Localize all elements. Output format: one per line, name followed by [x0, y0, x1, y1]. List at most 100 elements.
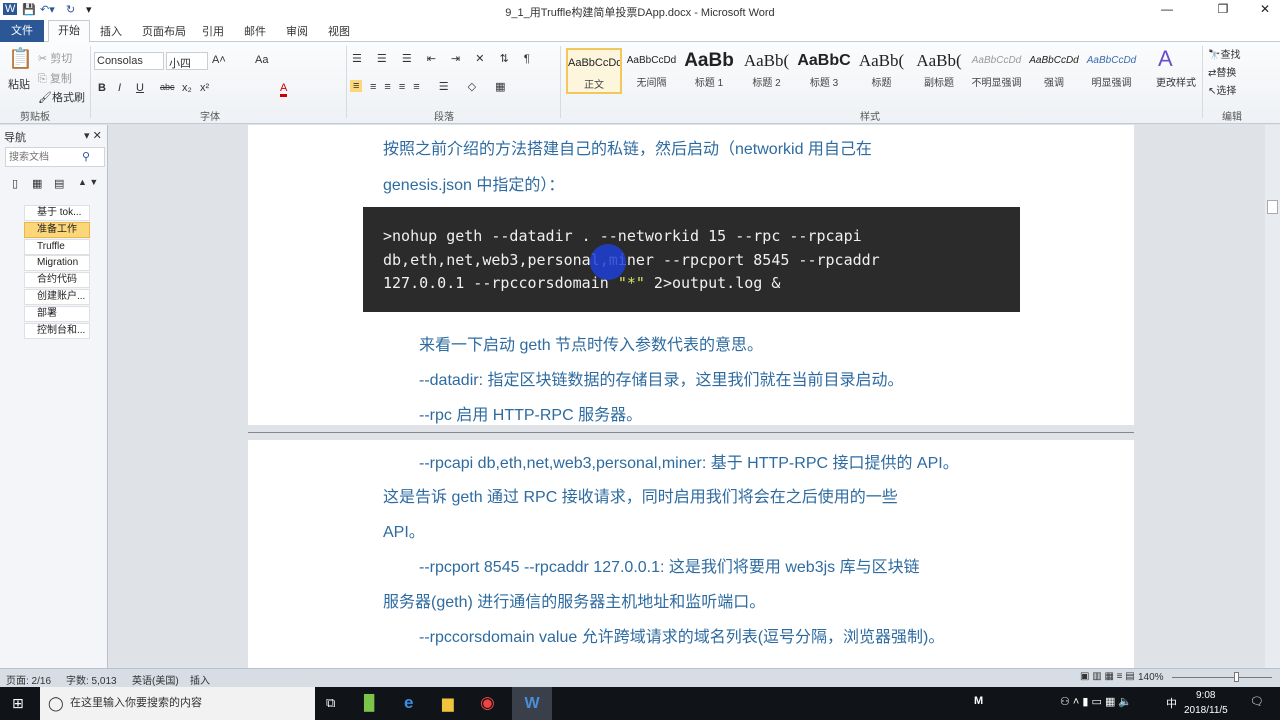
style-9[interactable]: AaBbCcDd 明显强调 [1084, 48, 1140, 94]
alignment-buttons[interactable]: ≡≡≡≡ ☰ ◇ ▦ [370, 80, 514, 93]
change-styles-button[interactable]: 更改样式 [1156, 74, 1196, 89]
word-count[interactable]: 字数: 5,013 [66, 672, 117, 687]
nav-heading-item[interactable]: Migration [24, 255, 90, 272]
align-left-button[interactable]: ≡ [350, 80, 363, 92]
style-5[interactable]: AaBb(标题 [854, 48, 910, 94]
change-styles-icon[interactable]: A [1158, 46, 1173, 72]
code-text: 2>output.log & [644, 274, 781, 292]
select-button[interactable]: ↖选择 [1208, 82, 1236, 97]
style-8[interactable]: AaBbCcDd 强调 [1026, 48, 1082, 94]
navigation-pane: 导航 ▾ ✕ ⚲ ▯ ▦ ▤ ▲ ▼ 基于 tok...准备工作TruffleM… [0, 125, 108, 668]
page-count[interactable]: 页面: 2/16 [6, 672, 51, 687]
style-name: 标题 3 [809, 78, 839, 89]
language[interactable]: 英语(美国) [132, 672, 179, 687]
zoom-level[interactable]: 140% [1138, 672, 1164, 683]
nav-heading-item[interactable]: 合约代码 [24, 272, 90, 289]
paste-button[interactable]: 粘贴 [8, 76, 30, 92]
font-name-select[interactable]: Consolas [94, 52, 164, 70]
style-name: 明显强调 [1091, 78, 1132, 89]
zoom-thumb[interactable] [1234, 672, 1239, 682]
nav-heading-item[interactable]: 创建账户... [24, 289, 90, 305]
style-0[interactable]: AaBbCcDd 正文 [566, 48, 622, 94]
style-2[interactable]: AaBb 标题 1 [681, 48, 737, 94]
tab-insert[interactable]: 插入 [100, 23, 122, 39]
style-name: 标题 2 [752, 78, 781, 89]
edge-icon[interactable]: e [404, 693, 413, 713]
taskbar-search[interactable]: 在这里输入你要搜索的内容 [40, 687, 315, 720]
prev-next-buttons[interactable]: ▲ ▼ [78, 177, 98, 187]
nav-heading-item[interactable]: 部署 [24, 305, 90, 322]
cortana-icon[interactable]: ◯ [48, 695, 64, 712]
style-sample: AaBb [684, 50, 734, 71]
change-case-button[interactable]: Aa [255, 54, 268, 66]
style-name: 副标题 [924, 78, 954, 89]
close-button[interactable]: ✕ [1250, 2, 1280, 16]
scroll-thumb[interactable] [1267, 200, 1278, 214]
search-icon[interactable]: ⚲ [82, 150, 90, 163]
zoom-slider[interactable] [1172, 672, 1272, 682]
ribbon-tabs: 文件 开始 插入 页面布局 引用 邮件 审阅 视图 [0, 20, 1280, 43]
tab-view[interactable]: 视图 [328, 23, 350, 39]
underline-button[interactable]: U [136, 82, 144, 94]
list-buttons[interactable]: ☰ ☰ ☰ ⇤ ⇥ ✕ ⇅ ¶ [352, 52, 536, 65]
tab-file[interactable]: 文件 [0, 20, 44, 42]
find-label: 查找 [1220, 50, 1241, 61]
insert-mode[interactable]: 插入 [190, 672, 210, 687]
paste-icon[interactable]: 📋 [8, 46, 33, 71]
select-label: 选择 [1216, 86, 1237, 97]
nav-heading-item[interactable]: 准备工作 [24, 221, 90, 238]
vertical-scrollbar[interactable] [1265, 125, 1280, 668]
tab-review[interactable]: 审阅 [286, 23, 308, 39]
style-3[interactable]: AaBb(标题 2 [739, 48, 795, 94]
superscript-button[interactable]: x² [200, 82, 209, 94]
windows-start-icon[interactable]: ⊞ [12, 695, 24, 712]
nav-heading-item[interactable]: 基于 tok... [24, 205, 90, 221]
cut-button[interactable]: ✂ 剪切 [38, 50, 72, 66]
style-name: 标题 1 [694, 78, 724, 89]
code-string: "*" [617, 274, 645, 292]
results-view-tab[interactable]: ▤ [54, 177, 64, 190]
nav-heading-item[interactable]: Truffle [24, 238, 90, 255]
app-icon[interactable]: ▉ [364, 694, 376, 712]
ime-indicator[interactable]: 中 [1166, 695, 1177, 711]
format-painter-button[interactable]: 🖌格式刷 [38, 89, 85, 105]
clock-date[interactable]: 2018/11/5 [1184, 705, 1228, 716]
bold-button[interactable]: B [98, 82, 106, 94]
word-taskbar-icon[interactable]: W [512, 687, 552, 720]
view-buttons[interactable]: ▣ ▥ ▦ ≡ ▤ [1080, 671, 1135, 682]
window-title: 9_1_用Truffle构建简单投票DApp.docx - Microsoft … [505, 7, 775, 19]
file-explorer-icon[interactable]: ▆ [442, 694, 454, 712]
nav-menu-icon[interactable]: ▾ ✕ [84, 129, 102, 142]
tab-home[interactable]: 开始 [48, 20, 90, 43]
style-7[interactable]: AaBbCcDd 不明显强调 [969, 48, 1025, 94]
style-1[interactable]: AaBbCcDd 无间隔 [624, 48, 680, 94]
clock-time[interactable]: 9:08 [1196, 690, 1215, 701]
tab-references[interactable]: 引用 [202, 23, 224, 39]
copy-button[interactable]: ⎘ 复制 [38, 70, 72, 86]
tray-icons[interactable]: ⚇ ˄ ▮ ▭ ▦ 🔈 [1060, 695, 1132, 708]
doc-paragraph: --rpcapi db,eth,net,web3,personal,miner:… [419, 455, 959, 472]
style-sample: AaBbCcDd [1086, 55, 1137, 66]
style-6[interactable]: AaBb( 副标题 [911, 48, 967, 94]
pages-view-tab[interactable]: ▦ [32, 177, 42, 190]
style-4[interactable]: AaBbC 标题 3 [796, 48, 852, 94]
chrome-icon[interactable]: ◉ [480, 693, 495, 713]
nav-heading-item[interactable]: 控制台和... [24, 322, 90, 339]
m-app-icon[interactable]: M [974, 695, 983, 707]
tab-mailings[interactable]: 邮件 [244, 23, 266, 39]
subscript-button[interactable]: x₂ [182, 82, 192, 94]
headings-view-tab[interactable]: ▯ [12, 177, 18, 190]
restore-button[interactable]: ❐ [1208, 2, 1238, 16]
font-size-select[interactable]: 小四 [166, 52, 208, 70]
find-button[interactable]: 🔭查找 [1208, 46, 1240, 61]
font-color-button[interactable]: A [280, 82, 288, 97]
style-sample: AaBb( [916, 51, 962, 70]
replace-button[interactable]: ⇄替换 [1208, 64, 1236, 79]
tab-layout[interactable]: 页面布局 [142, 23, 186, 39]
notification-icon[interactable]: 🗨 [1250, 695, 1264, 708]
task-view-icon[interactable]: ⧉ [326, 695, 335, 711]
strikethrough-button[interactable]: abc [160, 82, 175, 92]
italic-button[interactable]: I [118, 82, 121, 94]
grow-font-button[interactable]: A˄ [212, 54, 226, 66]
minimize-button[interactable]: — [1152, 2, 1182, 16]
